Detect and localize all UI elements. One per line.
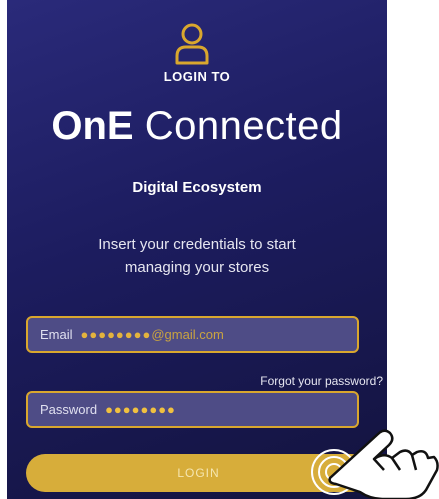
forgot-password-link[interactable]: Forgot your password?: [260, 374, 383, 388]
intro-text: Insert your credentials to start managin…: [47, 233, 347, 279]
user-icon: [175, 23, 209, 65]
brand-bold: OnE: [51, 104, 134, 148]
login-to-label: LOGIN TO: [163, 69, 231, 84]
email-domain: @gmail.com: [151, 327, 224, 342]
subtitle: Digital Ecosystem: [132, 179, 262, 196]
password-masked-value: ●●●●●●●●: [105, 402, 176, 417]
brand-logo: OnE Connected: [7, 103, 387, 149]
email-label: Email: [40, 327, 73, 342]
password-label: Password: [40, 402, 98, 417]
email-masked-value: ●●●●●●●●: [80, 327, 152, 342]
brand-light: Connected: [144, 104, 343, 148]
intro-line-2: managing your stores: [124, 259, 270, 276]
email-field[interactable]: Email ●●●●●●●● @gmail.com: [26, 316, 359, 353]
intro-line-1: Insert your credentials to start: [98, 236, 296, 253]
tap-hand-icon: [311, 429, 439, 499]
